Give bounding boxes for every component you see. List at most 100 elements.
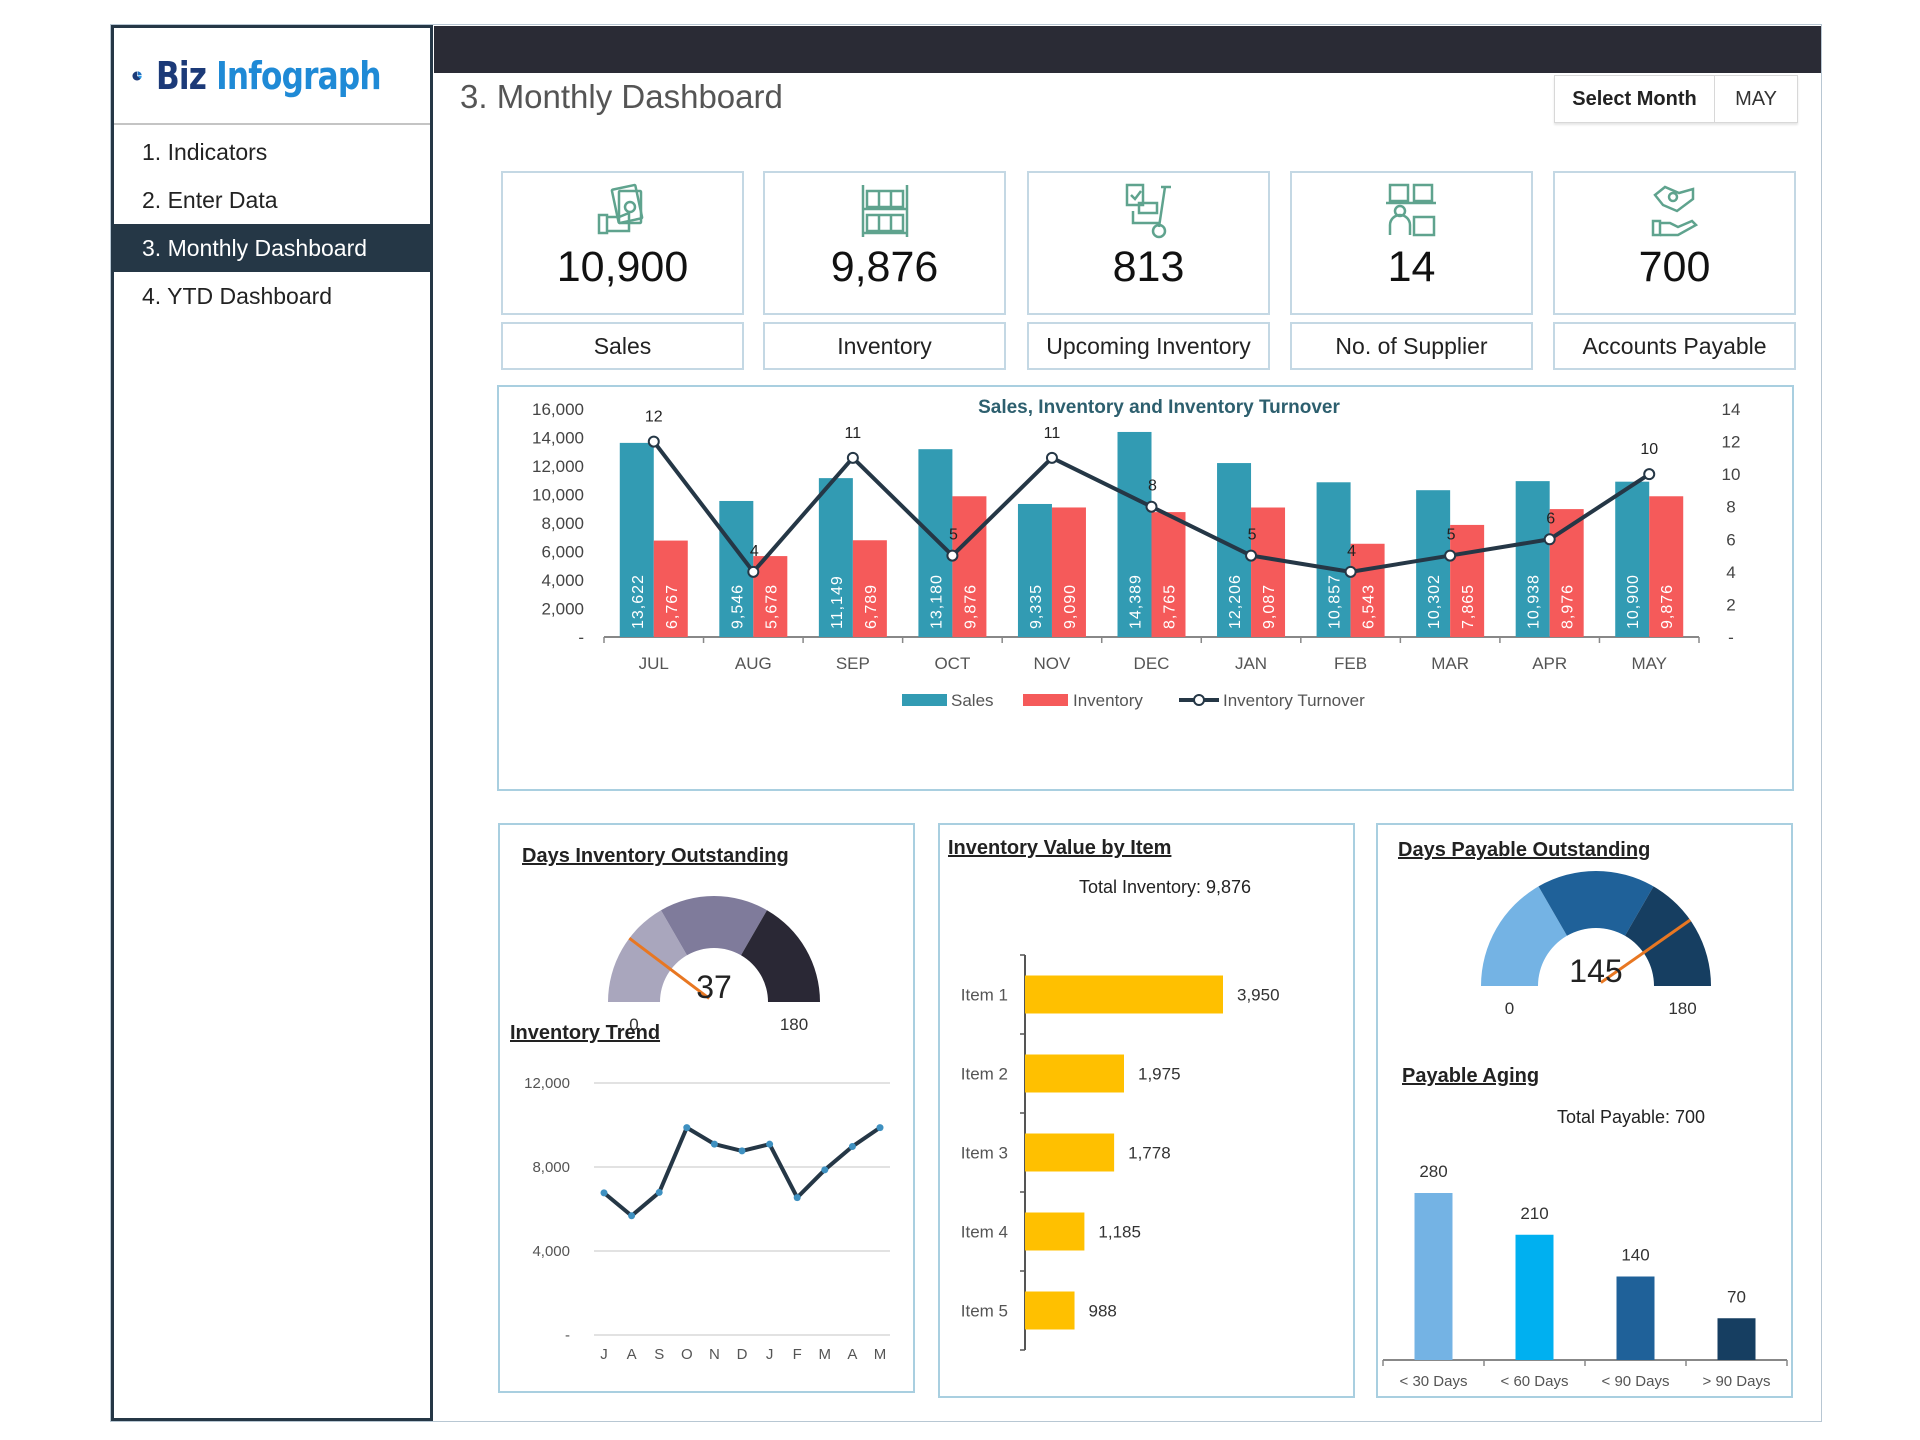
y-tick-label: -: [565, 1327, 570, 1344]
header-bar: [434, 26, 1821, 73]
payable-aging-title: Payable Aging: [1402, 1065, 1540, 1087]
turnover-label: 4: [750, 543, 759, 560]
inventory-bar-label: 9,876: [1659, 584, 1676, 629]
inventory-bar-label: 6,789: [863, 584, 880, 629]
x-tick-label: A: [627, 1346, 637, 1363]
sidebar-item-enter-data[interactable]: 2. Enter Data: [114, 176, 430, 224]
trend-point: [710, 1140, 718, 1148]
dpo-gauge: 145 0 180: [1481, 871, 1711, 1018]
gauge-value: 145: [1569, 953, 1622, 989]
turnover-point: [1444, 549, 1457, 562]
x-tick-label: MAY: [1631, 654, 1667, 673]
turnover-point: [1045, 451, 1058, 464]
x-tick-label: MAR: [1431, 654, 1469, 673]
gauge-max-label: 180: [780, 1015, 808, 1034]
selected-month-dropdown[interactable]: MAY: [1715, 76, 1797, 122]
y-right-tick-label: 10: [1722, 465, 1741, 484]
x-tick-label: AUG: [735, 654, 772, 673]
sales-bar-label: 13,622: [630, 574, 647, 629]
x-tick-label: < 90 Days: [1602, 1373, 1670, 1390]
x-tick-label: O: [681, 1346, 693, 1363]
sales-bar-label: 11,149: [829, 575, 846, 629]
item-bar: [1025, 1054, 1124, 1093]
y-left-tick-label: 2,000: [541, 600, 584, 619]
kpi-label: Sales: [501, 322, 744, 370]
x-tick-label: M: [819, 1346, 832, 1363]
sales-bar-label: 14,389: [1128, 574, 1145, 629]
aging-bar: [1717, 1318, 1756, 1360]
sidebar-item-monthly-dashboard[interactable]: 3. Monthly Dashboard: [114, 224, 430, 272]
main-chart-panel: Sales, Inventory and Inventory Turnover -…: [497, 385, 1794, 791]
kpi-label: Upcoming Inventory: [1027, 322, 1270, 370]
inventory-value-panel: Inventory Value by Item Total Inventory:…: [938, 823, 1355, 1398]
x-tick-label: < 60 Days: [1501, 1373, 1569, 1390]
item-label: Item 3: [961, 1144, 1008, 1163]
x-tick-label: APR: [1532, 654, 1567, 673]
inventory-trend-chart: -4,0008,00012,000J A S O N D J F M A M: [524, 1075, 890, 1363]
aging-subtitle: Total Payable: 700: [1557, 1107, 1705, 1127]
kpi-box: 9,876: [763, 171, 1006, 315]
aging-bar: [1616, 1276, 1655, 1360]
trend-point: [628, 1212, 636, 1220]
x-tick-label: JAN: [1235, 654, 1267, 673]
y-right-tick-label: 2: [1726, 595, 1735, 614]
sidebar-item-indicators[interactable]: 1. Indicators: [114, 128, 430, 176]
inventory-bar-label: 9,876: [962, 584, 979, 629]
kpi-value: 9,876: [830, 243, 939, 291]
legend-sales-label: Sales: [951, 691, 994, 710]
inventory-bar-label: 9,087: [1261, 584, 1278, 629]
kpi-value: 700: [1638, 243, 1711, 291]
dpo-title: Days Payable Outstanding: [1398, 839, 1651, 861]
aging-value-label: 280: [1419, 1162, 1447, 1181]
legend-inventory-swatch: [1023, 694, 1068, 706]
turnover-label: 5: [949, 527, 958, 544]
turnover-point: [1344, 565, 1357, 578]
items-subtitle: Total Inventory: 9,876: [1079, 877, 1251, 897]
turnover-point: [647, 435, 660, 448]
turnover-label: 11: [1044, 425, 1061, 442]
item-value-label: 1,185: [1098, 1223, 1141, 1242]
x-tick-label: DEC: [1134, 654, 1170, 673]
month-selector: Select Month MAY: [1554, 75, 1798, 123]
trend-point: [766, 1140, 774, 1148]
item-label: Item 1: [961, 986, 1008, 1005]
sales-bar-label: 10,900: [1625, 574, 1642, 629]
logo-infograph: Infograph: [216, 53, 381, 98]
turnover-point: [1543, 533, 1556, 546]
sidebar-item-ytd-dashboard[interactable]: 4. YTD Dashboard: [114, 272, 430, 320]
kpi-value: 14: [1387, 243, 1436, 291]
x-tick-label: S: [654, 1346, 664, 1363]
money-hand-icon: [597, 183, 643, 235]
kpi-box: 10,900: [501, 171, 744, 315]
turnover-label: 11: [845, 425, 862, 442]
turnover-point: [946, 549, 959, 562]
warehouse-shelf-icon: [861, 185, 908, 237]
legend-sales-swatch: [902, 694, 947, 706]
dio-title: Days Inventory Outstanding: [522, 845, 789, 867]
y-tick-label: 8,000: [532, 1159, 570, 1176]
legend-turnover-marker: [1193, 694, 1205, 706]
inventory-value-by-item-chart: Total Inventory: 9,876 Item 1 3,950 Item 2 1…: [961, 877, 1280, 1351]
sales-inventory-turnover-chart: Sales, Inventory and Inventory Turnover -…: [532, 397, 1741, 710]
turnover-label: 5: [1248, 527, 1257, 544]
x-tick-label: N: [709, 1346, 720, 1363]
kpi-card-upcoming-inventory: 813 Upcoming Inventory: [1027, 171, 1270, 370]
inventory-value-title: Inventory Value by Item: [948, 837, 1172, 859]
gauge-max-label: 180: [1668, 999, 1696, 1018]
trend-point: [793, 1194, 801, 1202]
kpi-box: 813: [1027, 171, 1270, 315]
select-month-label: Select Month: [1555, 76, 1715, 122]
item-label: Item 5: [961, 1302, 1008, 1321]
inventory-bar-label: 6,543: [1361, 584, 1378, 629]
logo-biz: Biz: [155, 53, 207, 98]
sales-bar-label: 9,335: [1028, 584, 1045, 629]
turnover-point: [747, 565, 760, 578]
item-bar: [1025, 1212, 1085, 1251]
item-value-label: 3,950: [1237, 986, 1280, 1005]
gauge-min-label: 0: [1505, 999, 1514, 1018]
item-bar: [1025, 1133, 1115, 1172]
handshake-payment-icon: [1651, 185, 1698, 237]
chart-title: Sales, Inventory and Inventory Turnover: [978, 397, 1340, 418]
item-label: Item 2: [961, 1065, 1008, 1084]
y-right-tick-label: 12: [1722, 433, 1741, 452]
